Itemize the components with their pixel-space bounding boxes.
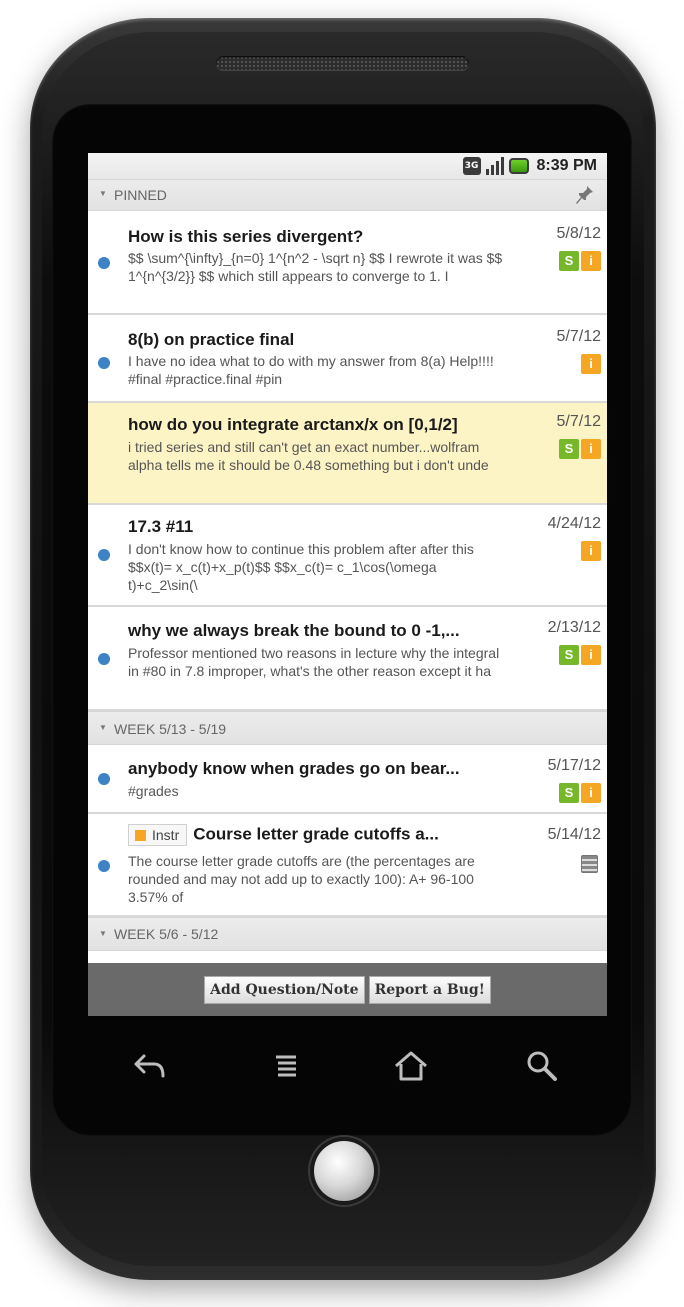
student-answer-badge: S	[559, 251, 579, 271]
post-list: ▼ PINNED How is this series divergent? $…	[88, 179, 607, 971]
post-title: How is this series divergent?	[128, 227, 364, 246]
post-date: 2/13/12	[547, 619, 601, 636]
post-title: anybody know when grades go on bear...	[128, 759, 460, 778]
unread-dot	[98, 549, 110, 561]
add-question-button[interactable]: Add Question/Note	[204, 975, 365, 1004]
post-preview: I don't know how to continue this proble…	[128, 541, 474, 593]
post-preview: Professor mentioned two reasons in lectu…	[128, 645, 500, 679]
post-title: Course letter grade cutoffs a...	[193, 824, 439, 844]
collapse-triangle-icon: ▼	[99, 189, 107, 198]
search-icon[interactable]	[517, 1046, 567, 1086]
post-preview: $$ \sum^{\infty}_{n=0} 1^{n^2 - \sqrt n}…	[128, 250, 503, 284]
post-title-line: Instr Course letter grade cutoffs a...	[128, 824, 508, 846]
collapse-triangle-icon: ▼	[99, 929, 107, 938]
instructor-answer-badge: i	[581, 541, 601, 561]
list-item[interactable]: how do you integrate arctanx/x on [0,1/2…	[88, 403, 607, 505]
post-date: 5/8/12	[556, 225, 601, 242]
post-title: how do you integrate arctanx/x on [0,1/2…	[128, 415, 458, 434]
instructor-answer-badge: i	[581, 251, 601, 271]
instructor-answer-badge: i	[581, 783, 601, 803]
note-icon	[581, 855, 598, 873]
back-icon[interactable]	[125, 1046, 175, 1086]
pin-icon	[576, 186, 593, 204]
trackball[interactable]	[314, 1141, 374, 1201]
unread-dot	[98, 653, 110, 665]
unread-dot	[98, 860, 110, 872]
report-bug-button[interactable]: Report a Bug!	[368, 975, 491, 1004]
instructor-tag: Instr	[128, 824, 188, 846]
unread-dot	[98, 773, 110, 785]
post-preview: i tried series and still can't get an ex…	[128, 439, 489, 473]
unread-dot	[98, 257, 110, 269]
section-title: WEEK 5/6 - 5/12	[114, 926, 219, 942]
list-item[interactable]: 8(b) on practice final I have no idea wh…	[88, 315, 607, 403]
section-header-week[interactable]: ▼ WEEK 5/6 - 5/12	[88, 917, 607, 951]
post-title: 17.3 #11	[128, 517, 194, 536]
screen: 3G 8:39 PM ▼ PINNED How is this series d…	[88, 153, 607, 1016]
post-date: 5/17/12	[547, 757, 601, 774]
list-item[interactable]: 17.3 #11 I don't know how to continue th…	[88, 505, 607, 607]
earpiece-speaker	[216, 56, 469, 70]
post-date: 5/7/12	[556, 328, 601, 345]
instructor-tag-label: Instr	[152, 827, 180, 843]
instructor-answer-badge: i	[581, 645, 601, 665]
unread-dot	[98, 357, 110, 369]
signal-icon	[485, 157, 505, 175]
section-title: PINNED	[114, 187, 167, 203]
post-preview: #grades	[128, 783, 179, 799]
clock: 8:39 PM	[536, 157, 597, 174]
student-answer-badge: S	[559, 783, 579, 803]
network-3g-icon: 3G	[462, 157, 481, 175]
post-preview: The course letter grade cutoffs are (the…	[128, 853, 475, 905]
collapse-triangle-icon: ▼	[99, 723, 107, 732]
instructor-answer-badge: i	[581, 439, 601, 459]
instructor-answer-badge: i	[581, 354, 601, 374]
post-date: 5/14/12	[547, 826, 601, 843]
student-answer-badge: S	[559, 439, 579, 459]
post-date: 5/7/12	[556, 413, 601, 430]
list-item[interactable]: why we always break the bound to 0 -1,..…	[88, 607, 607, 711]
section-title: WEEK 5/13 - 5/19	[114, 721, 227, 737]
post-preview: I have no idea what to do with my answer…	[128, 353, 494, 387]
post-title: 8(b) on practice final	[128, 330, 295, 349]
section-header-pinned[interactable]: ▼ PINNED	[88, 179, 607, 211]
status-bar: 3G 8:39 PM	[88, 153, 607, 179]
student-answer-badge: S	[559, 645, 579, 665]
post-title: why we always break the bound to 0 -1,..…	[128, 621, 460, 640]
post-date: 4/24/12	[547, 515, 601, 532]
list-item[interactable]: Instr Course letter grade cutoffs a... Th…	[88, 814, 607, 917]
menu-icon[interactable]	[262, 1046, 312, 1086]
battery-icon	[508, 158, 529, 174]
bottom-toolbar: Add Question/Note Report a Bug!	[88, 963, 607, 1016]
list-item[interactable]: anybody know when grades go on bear... #…	[88, 745, 607, 814]
list-item[interactable]: How is this series divergent? $$ \sum^{\…	[88, 211, 607, 315]
home-icon[interactable]	[386, 1046, 436, 1086]
section-header-week[interactable]: ▼ WEEK 5/13 - 5/19	[88, 711, 607, 745]
